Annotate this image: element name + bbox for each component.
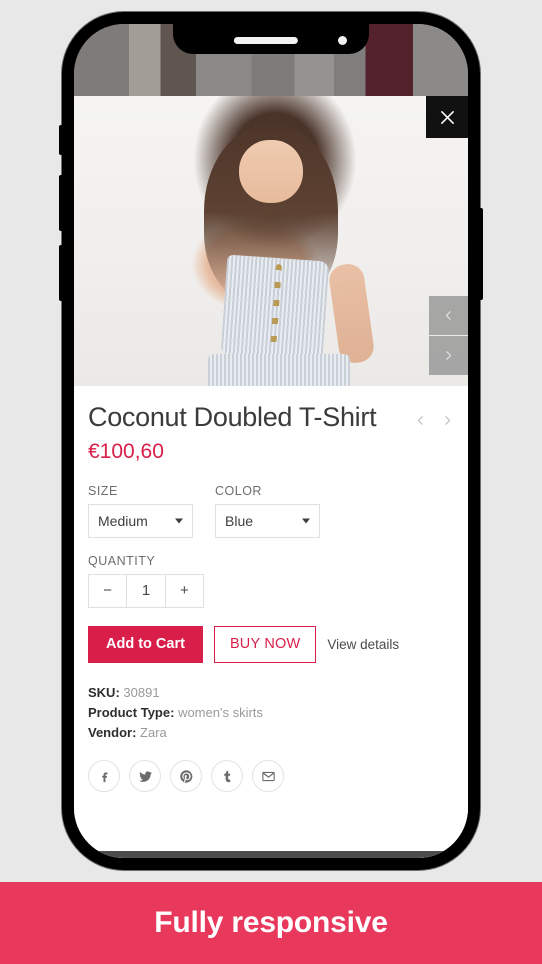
product-price: €100,60	[88, 439, 164, 463]
meta-vendor: Vendor: Zara	[88, 723, 454, 743]
photo-face	[239, 139, 303, 204]
view-details-link[interactable]: View details	[327, 637, 399, 652]
power-button[interactable]	[479, 208, 483, 300]
product-title: Coconut Doubled T-Shirt	[88, 402, 377, 432]
responsive-banner: Fully responsive	[0, 882, 542, 964]
mute-switch[interactable]	[59, 125, 63, 155]
phone-screen: Coconut Doubled T-Shirt €100,60 SIZE Med…	[74, 24, 468, 858]
product-meta: SKU: 30891 Product Type: women's skirts …	[88, 683, 454, 743]
color-value: Blue	[225, 512, 254, 529]
meta-vendor-key: Vendor:	[88, 725, 137, 741]
volume-down-button[interactable]	[59, 175, 63, 231]
chevron-down-icon	[175, 518, 183, 524]
facebook-icon[interactable]	[88, 760, 120, 793]
email-icon[interactable]	[252, 760, 284, 793]
image-next-icon[interactable]	[429, 336, 468, 375]
speaker-grille	[233, 37, 298, 44]
quantity-increment-button[interactable]: +	[165, 573, 204, 608]
quantity-value[interactable]: 1	[127, 573, 166, 608]
photo-top	[220, 254, 330, 361]
quantity-label: QUANTITY	[88, 553, 156, 568]
close-icon[interactable]	[426, 96, 468, 138]
photo-skirt	[207, 354, 350, 386]
quantity-stepper: − 1 +	[88, 573, 204, 608]
meta-product-type-value: women's skirts	[178, 705, 263, 720]
size-value: Medium	[98, 512, 148, 529]
front-camera	[338, 36, 347, 45]
quantity-decrement-button[interactable]: −	[88, 573, 128, 608]
buy-now-button[interactable]: BUY NOW	[213, 625, 317, 663]
size-label: SIZE	[88, 483, 118, 498]
image-nav	[429, 296, 468, 375]
variant-options: SIZE Medium COLOR Blue	[88, 484, 454, 538]
quick-view-modal: Coconut Doubled T-Shirt €100,60 SIZE Med…	[74, 96, 468, 858]
social-share-list	[88, 760, 454, 793]
image-prev-icon[interactable]	[429, 296, 468, 335]
size-select[interactable]: Medium	[88, 503, 193, 538]
prev-product-icon[interactable]	[414, 412, 427, 429]
meta-sku: SKU: 30891	[88, 683, 454, 703]
tumblr-icon[interactable]	[211, 760, 243, 793]
cta-row: Add to Cart BUY NOW View details	[88, 625, 454, 663]
phone-frame: Coconut Doubled T-Shirt €100,60 SIZE Med…	[59, 12, 483, 870]
twitter-icon[interactable]	[129, 760, 161, 793]
meta-sku-key: SKU:	[88, 684, 120, 700]
meta-product-type-key: Product Type:	[88, 705, 175, 720]
color-option: COLOR Blue	[215, 484, 320, 538]
phone-stage: Coconut Doubled T-Shirt €100,60 SIZE Med…	[0, 0, 542, 882]
color-label: COLOR	[215, 483, 262, 498]
volume-up-button[interactable]	[59, 245, 63, 301]
meta-vendor-value: Zara	[140, 725, 167, 741]
product-nav	[414, 402, 454, 429]
banner-text: Fully responsive	[154, 906, 388, 939]
modal-bottom-strip	[74, 851, 468, 858]
chevron-down-icon	[302, 518, 310, 524]
add-to-cart-button[interactable]: Add to Cart	[88, 625, 203, 663]
product-image	[74, 96, 468, 386]
meta-sku-value: 30891	[123, 684, 160, 700]
title-row: Coconut Doubled T-Shirt	[88, 402, 454, 434]
pinterest-icon[interactable]	[170, 760, 202, 793]
size-option: SIZE Medium	[88, 484, 193, 538]
color-select[interactable]: Blue	[215, 503, 320, 538]
meta-product-type: Product Type: women's skirts	[88, 703, 454, 723]
next-product-icon[interactable]	[441, 412, 454, 429]
product-photo	[74, 96, 468, 386]
product-details: Coconut Doubled T-Shirt €100,60 SIZE Med…	[74, 386, 468, 858]
phone-notch	[173, 24, 369, 54]
photo-arm	[327, 262, 377, 365]
quantity-block: QUANTITY − 1 +	[88, 554, 454, 608]
